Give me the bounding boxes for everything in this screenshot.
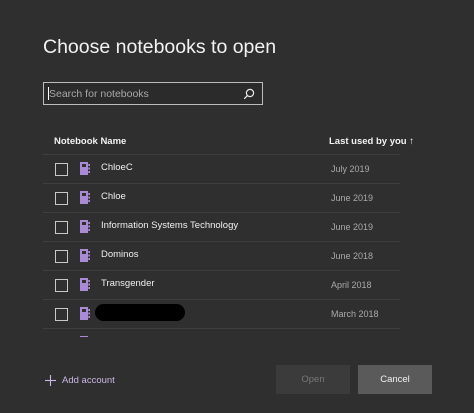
notebook-checkbox[interactable] [55, 279, 68, 292]
notebook-row[interactable] [43, 328, 400, 337]
notebook-row[interactable]: Dominos June 2018 [43, 241, 400, 270]
notebook-icon [80, 191, 90, 204]
notebook-icon [80, 336, 88, 337]
notebook-name: Transgender [101, 278, 155, 289]
notebook-row[interactable]: Transgender April 2018 [43, 270, 400, 299]
add-account-label: Add account [62, 374, 115, 386]
notebook-icon [80, 249, 90, 262]
notebook-checkbox[interactable] [55, 308, 68, 321]
column-header-last-used[interactable]: Last used by you ↑ [329, 136, 414, 147]
notebook-last-used: June 2019 [331, 193, 374, 203]
notebook-row[interactable]: March 2018 [43, 299, 400, 328]
notebook-last-used: March 2018 [331, 309, 379, 319]
notebook-last-used: April 2018 [331, 280, 372, 290]
search-icon[interactable] [242, 87, 256, 101]
notebook-checkbox[interactable] [55, 192, 68, 205]
notebook-checkbox[interactable] [55, 221, 68, 234]
cancel-button[interactable]: Cancel [358, 365, 432, 394]
notebook-row[interactable]: Information Systems Technology June 2019 [43, 212, 400, 241]
column-header-notebook-name[interactable]: Notebook Name [54, 136, 126, 147]
add-account-link[interactable]: Add account [44, 372, 115, 388]
notebook-last-used: June 2019 [331, 222, 374, 232]
notebook-name: Dominos [101, 249, 139, 260]
redacted-notebook-name [95, 304, 185, 321]
notebook-icon [80, 278, 90, 291]
notebook-name: ChloeC [101, 162, 133, 173]
open-button[interactable]: Open [276, 365, 350, 394]
notebook-row[interactable]: Chloe June 2019 [43, 183, 400, 212]
choose-notebooks-dialog: Choose notebooks to open Notebook Name L… [0, 0, 474, 413]
notebook-icon [80, 307, 90, 320]
search-box[interactable] [43, 82, 263, 105]
notebook-name: Information Systems Technology [101, 220, 239, 231]
dialog-title: Choose notebooks to open [43, 36, 277, 58]
notebook-row[interactable]: ChloeC July 2019 [43, 154, 400, 183]
search-input[interactable] [44, 83, 240, 104]
notebook-icon [80, 220, 90, 233]
notebook-name: Chloe [101, 191, 126, 202]
notebook-checkbox[interactable] [55, 250, 68, 263]
notebook-last-used: July 2019 [331, 164, 370, 174]
notebook-list[interactable]: ChloeC July 2019 Chloe June 2019 Information… [43, 154, 400, 337]
notebook-last-used: June 2018 [331, 251, 374, 261]
plus-icon [45, 374, 56, 386]
notebook-checkbox[interactable] [55, 163, 68, 176]
notebook-icon [80, 162, 90, 175]
